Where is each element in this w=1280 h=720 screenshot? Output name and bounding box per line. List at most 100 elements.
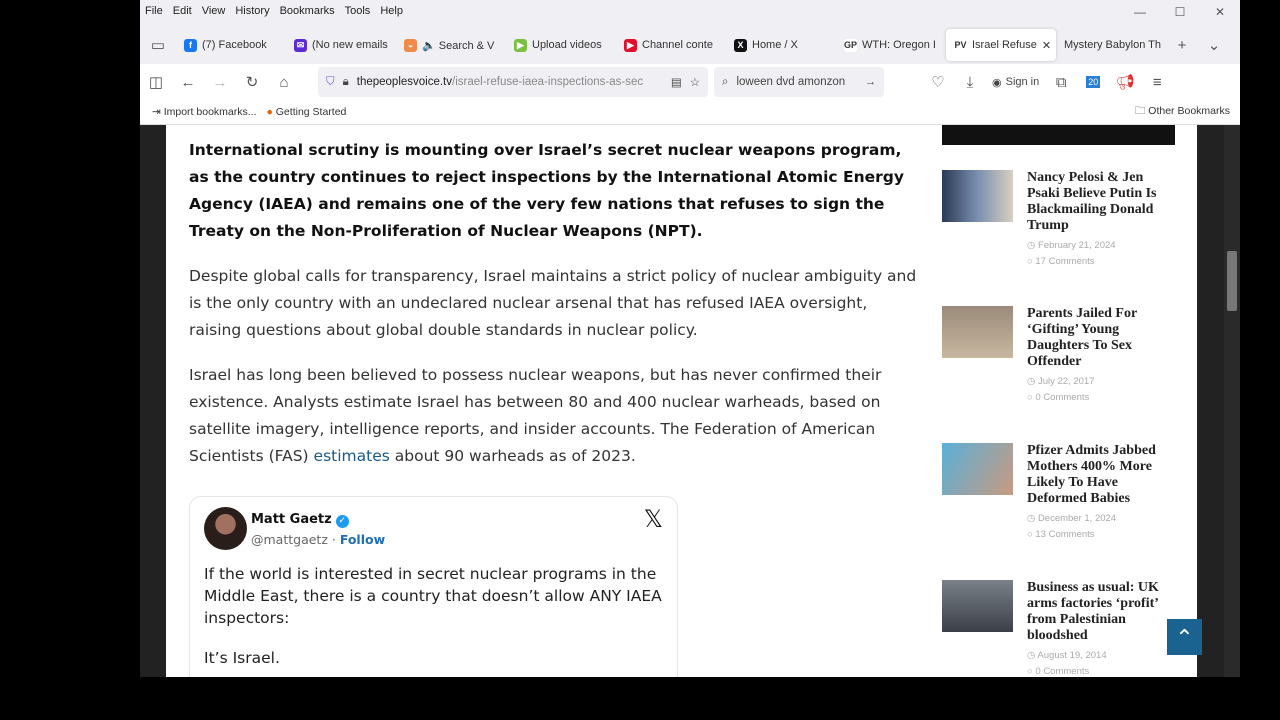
tab-label: WTH: Oregon I <box>862 39 936 51</box>
tab[interactable]: ✉ (No new emails <box>286 29 396 61</box>
sidebar-header-bar <box>942 125 1175 145</box>
menu-file[interactable]: File <box>145 5 163 17</box>
tab[interactable]: f (7) Facebook <box>176 29 286 61</box>
post-title[interactable]: Nancy Pelosi & Jen Psaki Believe Putin I… <box>1027 170 1172 234</box>
pocket-icon[interactable]: ♡ <box>922 73 954 91</box>
url-host: thepeoplesvoice.tv <box>356 76 453 88</box>
favicon-icon: PV <box>954 38 967 52</box>
post-thumbnail[interactable] <box>942 443 1013 495</box>
clock-icon: ◷ <box>1027 650 1036 661</box>
post-title[interactable]: Parents Jailed For ‘Gifting’ Young Daugh… <box>1027 306 1172 370</box>
go-arrow-icon[interactable]: → <box>865 76 877 88</box>
scrollbar-thumb[interactable] <box>1227 251 1237 311</box>
tweet-author[interactable]: Matt Gaetz <box>251 512 332 527</box>
reader-view-icon[interactable]: ▤ <box>671 75 682 89</box>
scrollbar[interactable] <box>1224 125 1240 677</box>
minimize-button[interactable]: — <box>1120 0 1160 24</box>
maximize-button[interactable]: ☐ <box>1160 0 1200 24</box>
menu-edit[interactable]: Edit <box>173 5 192 17</box>
account-icon: ◉ <box>992 76 1002 89</box>
other-bookmarks-link[interactable]: 🗀 Other Bookmarks <box>1135 103 1230 121</box>
url-bar[interactable]: ⛉ 🔒︎ thepeoplesvoice.tv/israel-refuse-ia… <box>318 67 708 97</box>
favicon-icon: f <box>184 38 197 52</box>
tab[interactable]: X Home / X <box>726 29 836 61</box>
menu-history[interactable]: History <box>235 5 269 17</box>
comment-icon: ○ <box>1027 392 1033 403</box>
extension-badge-icon[interactable]: 20 <box>1077 76 1109 88</box>
download-icon[interactable]: ⤓ <box>954 74 986 91</box>
page-viewport: International scrutiny is mounting over … <box>140 125 1240 677</box>
back-to-top-button[interactable]: ⌃ <box>1167 619 1202 655</box>
avatar[interactable] <box>204 507 247 550</box>
megaphone-icon[interactable]: 📢︎ <box>1109 73 1141 91</box>
forward-button[interactable]: → <box>204 74 236 91</box>
bookmark-star-icon[interactable]: ☆ <box>690 75 700 89</box>
clock-icon: ◷ <box>1027 513 1036 524</box>
article-body: International scrutiny is mounting over … <box>189 137 919 488</box>
article-paragraph: Despite global calls for transparency, I… <box>189 267 917 339</box>
tab[interactable]: ◒ 🔈 Search & V <box>396 29 506 61</box>
menu-view[interactable]: View <box>202 5 226 17</box>
tab-list-chevron-icon[interactable]: ⌄ <box>1198 36 1230 54</box>
post-comments[interactable]: 0 Comments <box>1035 392 1089 403</box>
favicon-icon: ▶ <box>514 38 527 52</box>
post-comments[interactable]: 13 Comments <box>1035 529 1094 540</box>
favicon-icon: ✉ <box>294 38 307 52</box>
tab[interactable]: Mystery Babylon Th <box>1056 29 1166 61</box>
post-date: August 19, 2014 <box>1037 650 1107 661</box>
menu-bookmarks[interactable]: Bookmarks <box>280 5 335 17</box>
post-comments[interactable]: 17 Comments <box>1035 256 1094 267</box>
navigation-bar: ◫ ← → ↻ ⌂ ⛉ 🔒︎ thepeoplesvoice.tv/israel… <box>140 64 1240 100</box>
post-date: December 1, 2024 <box>1037 513 1117 524</box>
post-date: July 22, 2017 <box>1037 376 1095 387</box>
home-button[interactable]: ⌂ <box>268 74 300 91</box>
hamburger-menu-icon[interactable]: ≡ <box>1141 74 1173 91</box>
search-icon: ⌕ <box>722 75 729 88</box>
new-tab-button[interactable]: + <box>1166 37 1198 54</box>
sign-in-button[interactable]: ◉ Sign in <box>986 76 1045 89</box>
menu-help[interactable]: Help <box>380 5 403 17</box>
close-window-button[interactable]: ✕ <box>1200 0 1240 24</box>
url-path: /israel-refuse-iaea-inspections-as-sec <box>452 76 644 88</box>
estimates-link[interactable]: estimates <box>314 447 390 465</box>
x-logo-icon[interactable]: 𝕏 <box>644 505 663 533</box>
reload-button[interactable]: ↻ <box>236 73 268 91</box>
embedded-tweet[interactable]: Matt Gaetz ✓ @mattgaetz · Follow 𝕏 If the… <box>189 496 678 677</box>
tab-label: 🔈 Search & V <box>422 39 495 52</box>
post-title[interactable]: Pfizer Admits Jabbed Mothers 400% More L… <box>1027 443 1172 507</box>
follow-button[interactable]: Follow <box>340 532 385 547</box>
post-thumbnail[interactable] <box>942 170 1013 222</box>
close-tab-icon[interactable]: ✕ <box>1042 39 1051 52</box>
getting-started-link[interactable]: ● Getting Started <box>267 106 347 118</box>
favicon-icon: ◒ <box>404 38 417 52</box>
tab[interactable]: ▶ Upload videos <box>506 29 616 61</box>
tab-label: Mystery Babylon Th <box>1064 39 1162 51</box>
comment-icon: ○ <box>1027 256 1033 267</box>
tab-label: Home / X <box>752 39 798 51</box>
import-bookmarks-link[interactable]: ⇥ Import bookmarks... <box>152 106 257 118</box>
post-title[interactable]: Business as usual: UK arms factories ‘pr… <box>1027 580 1172 644</box>
favicon-icon: ▶ <box>624 38 637 52</box>
tab[interactable]: GP WTH: Oregon I <box>836 29 946 61</box>
tweet-handle: @mattgaetz · <box>251 532 340 547</box>
other-bookmarks-label: Other Bookmarks <box>1148 105 1230 117</box>
tab[interactable]: ▶ Channel conte <box>616 29 726 61</box>
extension-badge: 20 <box>1086 76 1101 88</box>
shield-icon[interactable]: ⛉ <box>326 76 335 89</box>
back-button[interactable]: ← <box>172 74 204 91</box>
tab[interactable]: PV Israel Refuse ✕ <box>946 29 1056 61</box>
favicon-icon: GP <box>844 38 858 52</box>
extensions-icon[interactable]: ⧉ <box>1045 74 1077 91</box>
sign-in-label: Sign in <box>1005 76 1040 88</box>
post-comments[interactable]: 0 Comments <box>1035 666 1089 677</box>
clock-icon: ◷ <box>1027 240 1036 251</box>
clock-icon: ◷ <box>1027 376 1036 387</box>
menu-tools[interactable]: Tools <box>345 5 371 17</box>
menu-bar: File Edit View History Bookmarks Tools H… <box>140 0 1240 22</box>
search-box[interactable]: ⌕ loween dvd amonzon → <box>714 67 884 97</box>
post-thumbnail[interactable] <box>942 580 1013 632</box>
tab-overview-icon[interactable]: ▭ <box>140 36 176 54</box>
post-thumbnail[interactable] <box>942 306 1013 358</box>
lock-icon[interactable]: 🔒︎ <box>343 76 349 89</box>
sidebar-toggle-icon[interactable]: ◫ <box>140 73 172 91</box>
